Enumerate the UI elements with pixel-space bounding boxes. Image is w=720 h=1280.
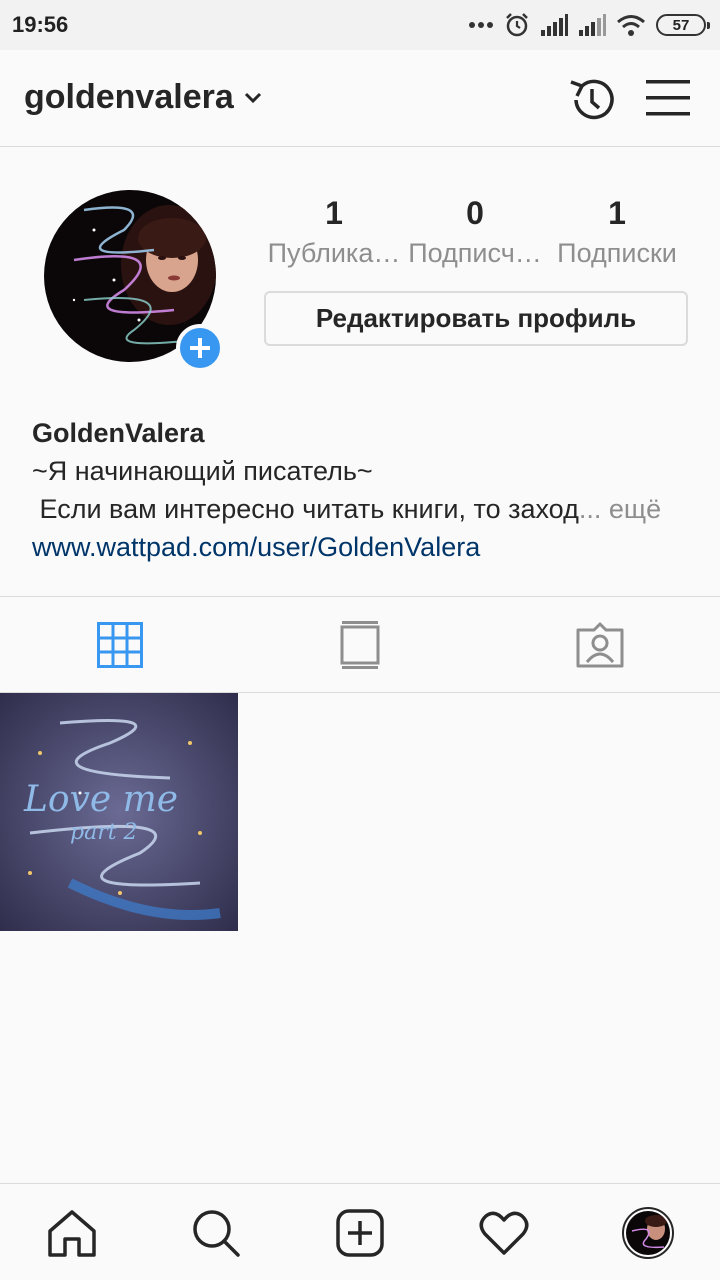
posts-stat[interactable]: 1 Публика…: [264, 194, 404, 270]
wifi-icon: [617, 15, 645, 36]
battery-tip: [707, 22, 710, 29]
feed-icon: [340, 620, 380, 669]
new-post-icon: [336, 1208, 384, 1257]
add-story-button[interactable]: [176, 324, 224, 372]
tab-tagged[interactable]: [480, 597, 720, 692]
followers-count: 0: [466, 195, 484, 231]
grid-icon: [97, 621, 143, 668]
history-icon[interactable]: [566, 74, 618, 126]
tagged-icon: [576, 622, 624, 667]
bottom-navigation: [0, 1183, 720, 1280]
posts-label: Публика…: [267, 238, 401, 268]
status-icons: 57: [468, 10, 710, 40]
post-thumbnail[interactable]: Love me part 2: [0, 693, 238, 931]
profile-name: GoldenValera: [32, 418, 205, 448]
nav-search[interactable]: [144, 1184, 288, 1280]
tab-feed[interactable]: [240, 597, 480, 692]
post-caption-line-2: part 2: [70, 820, 138, 845]
signal-icon: [541, 14, 568, 36]
bio-text: Если вам интересно читать книги, то захо…: [32, 494, 579, 524]
status-time: 19:56: [12, 12, 69, 37]
search-icon: [193, 1209, 240, 1257]
following-count: 1: [608, 195, 626, 231]
alarm-icon: [506, 13, 528, 37]
profile-icon: [622, 1206, 674, 1259]
bio-more-link[interactable]: ... ещё: [579, 494, 661, 524]
post-caption-line-1: Love me: [23, 779, 178, 820]
battery-level: 57: [672, 16, 690, 34]
username: goldenvalera: [24, 78, 234, 116]
plus-icon: [190, 338, 210, 358]
following-stat[interactable]: 1 Подписки: [547, 194, 687, 270]
menu-icon[interactable]: [646, 78, 690, 118]
top-app-bar: goldenvalera: [0, 50, 720, 147]
followers-label: Подписч…: [408, 238, 542, 268]
chevron-down-icon: [244, 92, 261, 103]
edit-profile-button[interactable]: Редактировать профиль: [264, 291, 688, 346]
more-dots-icon: [469, 22, 493, 28]
post-image: Love me part 2: [0, 693, 238, 931]
account-switcher[interactable]: goldenvalera: [24, 78, 262, 117]
nav-avatar-image: [626, 1210, 670, 1255]
signal-icon: [579, 14, 606, 36]
bio-line-2: Если вам интересно читать книги, то захо…: [32, 490, 692, 528]
posts-count: 1: [325, 195, 343, 231]
nav-home[interactable]: [0, 1184, 144, 1280]
battery-icon: 57: [656, 14, 710, 36]
nav-profile[interactable]: [576, 1184, 720, 1280]
status-bar: 19:56 57: [0, 0, 720, 50]
nav-activity[interactable]: [432, 1184, 576, 1280]
followers-stat[interactable]: 0 Подписч…: [405, 194, 545, 270]
tab-grid[interactable]: [0, 597, 240, 692]
following-label: Подписки: [557, 238, 677, 268]
bio-line-1: ~Я начинающий писатель~: [32, 456, 373, 486]
website-link[interactable]: www.wattpad.com/user/GoldenValera: [32, 528, 692, 566]
profile-tabs: [0, 596, 720, 693]
home-icon: [48, 1209, 96, 1257]
profile-bio: GoldenValera ~Я начинающий писатель~ Есл…: [32, 414, 692, 566]
nav-new-post[interactable]: [288, 1184, 432, 1280]
activity-icon: [479, 1211, 529, 1255]
